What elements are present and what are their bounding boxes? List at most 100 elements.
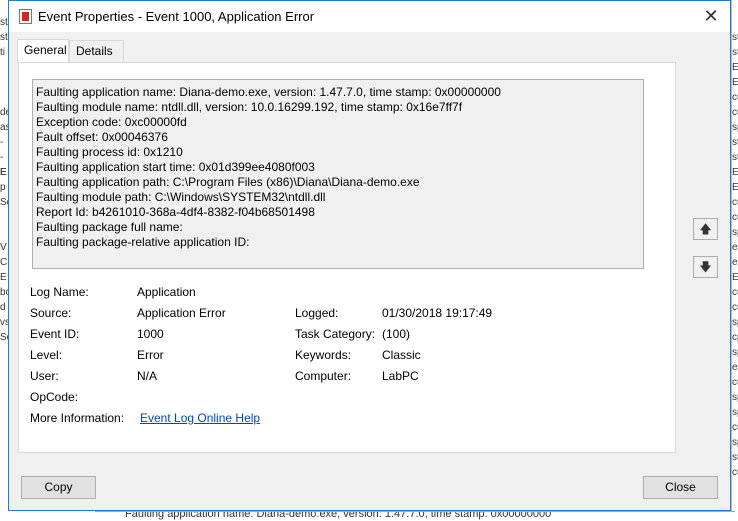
event-properties-dialog: Event Properties - Event 1000, Applicati… — [8, 0, 731, 511]
background-text-fragment: - — [0, 137, 4, 148]
background-text-fragment: st — [732, 32, 738, 43]
event-error-icon — [19, 9, 32, 24]
window-title: Event Properties - Event 1000, Applicati… — [38, 9, 315, 24]
description-line: Faulting process id: 0x1210 — [36, 145, 183, 159]
background-text-fragment — [0, 75, 8, 90]
background-text-fragment: as — [0, 122, 8, 133]
event-log-online-help-link[interactable]: Event Log Online Help — [140, 411, 260, 425]
description-line: Faulting module name: ntdll.dll, version… — [36, 100, 463, 114]
background-text-fragment: - E — [0, 152, 7, 178]
background-text-fragment: cu — [732, 212, 738, 223]
background-text-fragment: st — [0, 32, 8, 43]
background-text-fragment — [732, 0, 738, 15]
close-button[interactable]: Close — [643, 476, 718, 499]
background-text-fragment: sp — [732, 317, 738, 328]
background-text-fragment: cp — [732, 332, 738, 343]
opcode-label: OpCode: — [30, 390, 79, 404]
keywords-value: Classic — [382, 348, 421, 362]
background-text-fragment: cu — [732, 287, 738, 298]
background-text-fragment — [0, 0, 8, 15]
background-text-fragment: EN — [732, 270, 738, 285]
background-text-fragment: EN — [732, 60, 738, 75]
more-information-label: More Information: — [30, 411, 125, 425]
arrow-down-icon: 🡇 — [699, 260, 712, 274]
keywords-label: Keywords: — [295, 348, 352, 362]
title-bar[interactable]: Event Properties - Event 1000, Applicati… — [9, 1, 730, 32]
background-text-fragment: V — [0, 242, 7, 253]
description-line: Faulting package-relative application ID… — [36, 235, 250, 249]
background-text-fragment — [0, 90, 8, 105]
background-text-fragment: cu — [732, 467, 738, 478]
close-icon[interactable]: ✕ — [698, 3, 724, 29]
computer-label: Computer: — [295, 369, 352, 383]
next-event-button[interactable]: 🡇 — [693, 256, 718, 278]
background-text-fragment: st — [0, 17, 8, 28]
background-text-fragment: st — [732, 47, 738, 58]
description-line: Faulting application name: Diana-demo.ex… — [36, 85, 501, 99]
background-text-fragment: E — [0, 167, 7, 178]
background-text-fragment: cu — [732, 107, 738, 118]
background-text-fragment: EN — [732, 180, 738, 195]
copy-button[interactable]: Copy — [21, 476, 96, 499]
description-line: Faulting application start time: 0x01d39… — [36, 160, 315, 174]
background-text-fragment — [732, 15, 738, 30]
log-name-label: Log Name: — [30, 285, 89, 299]
description-line: Faulting application path: C:\Program Fi… — [36, 175, 420, 189]
background-text-fragment: ea — [732, 257, 738, 268]
logged-label: Logged: — [295, 306, 339, 320]
background-text-fragment: ea — [732, 362, 738, 373]
background-text-fragment: sp — [732, 407, 738, 418]
background-text-fragment: sp — [732, 437, 738, 448]
description-line: Faulting module path: C:\Windows\SYSTEM3… — [36, 190, 326, 204]
background-text-fragment: cu — [732, 422, 738, 433]
background-text-fragment — [0, 210, 8, 225]
background-window-left: ststtideas-- EEpScVCEbcdvsSc — [0, 0, 8, 520]
event-id-label: Event ID: — [30, 327, 80, 341]
description-line: Report Id: b4261010-368a-4df4-8382-f04b6… — [36, 205, 315, 219]
log-name-value: Application — [137, 285, 196, 299]
level-label: Level: — [30, 348, 63, 362]
task-category-label: Task Category: — [295, 327, 376, 341]
previous-event-button[interactable]: 🡅 — [693, 218, 718, 240]
event-id-value: 1000 — [137, 327, 164, 341]
computer-value: LabPC — [382, 369, 419, 383]
background-text-fragment: EN — [732, 75, 738, 90]
tab-general[interactable]: General — [17, 39, 69, 63]
background-text-fragment: sp — [732, 347, 738, 358]
background-text-fragment — [0, 225, 8, 240]
source-value: Application Error — [137, 306, 226, 320]
logged-value: 01/30/2018 19:17:49 — [382, 306, 493, 320]
background-text-fragment: sp — [732, 227, 738, 238]
user-value: N/A — [137, 369, 158, 383]
background-text-fragment: cu — [732, 197, 738, 208]
general-panel: Faulting application name: Diana-demo.ex… — [18, 62, 676, 453]
background-text-fragment: ti — [0, 47, 5, 58]
background-text-fragment: cu — [732, 302, 738, 313]
background-text-fragment: Sc — [0, 197, 8, 208]
background-text-fragment: E — [0, 272, 7, 283]
background-bottom-text: Faulting application name: Diana-demo.ex… — [125, 511, 552, 520]
background-window-right: ststENENcucuspststENENcucuspeaeaENcucusp… — [731, 0, 738, 520]
description-line: Faulting package full name: — [36, 220, 183, 234]
background-text-fragment — [0, 60, 8, 75]
background-text-fragment: bc — [0, 287, 8, 298]
background-text-fragment: st — [732, 137, 738, 148]
background-text-fragment: vs — [0, 317, 8, 328]
background-text-fragment: EN — [732, 165, 738, 180]
task-category-value: (100) — [382, 327, 411, 341]
arrow-up-icon: 🡅 — [699, 222, 712, 236]
user-label: User: — [30, 369, 59, 383]
background-text-fragment: d — [0, 302, 6, 313]
background-text-fragment: cu — [732, 92, 738, 103]
tab-details[interactable]: Details — [69, 40, 124, 62]
event-description[interactable]: Faulting application name: Diana-demo.ex… — [32, 79, 644, 269]
background-text-fragment: st — [732, 152, 738, 163]
source-label: Source: — [30, 306, 72, 320]
background-text-fragment: C — [0, 257, 8, 268]
background-text-fragment: cu — [732, 377, 738, 388]
background-text-fragment: sp — [732, 392, 738, 403]
background-text-fragment: ea — [732, 242, 738, 253]
background-text-fragment: sp — [732, 122, 738, 133]
level-value: Error — [137, 348, 164, 362]
background-text-fragment: st — [732, 452, 738, 463]
